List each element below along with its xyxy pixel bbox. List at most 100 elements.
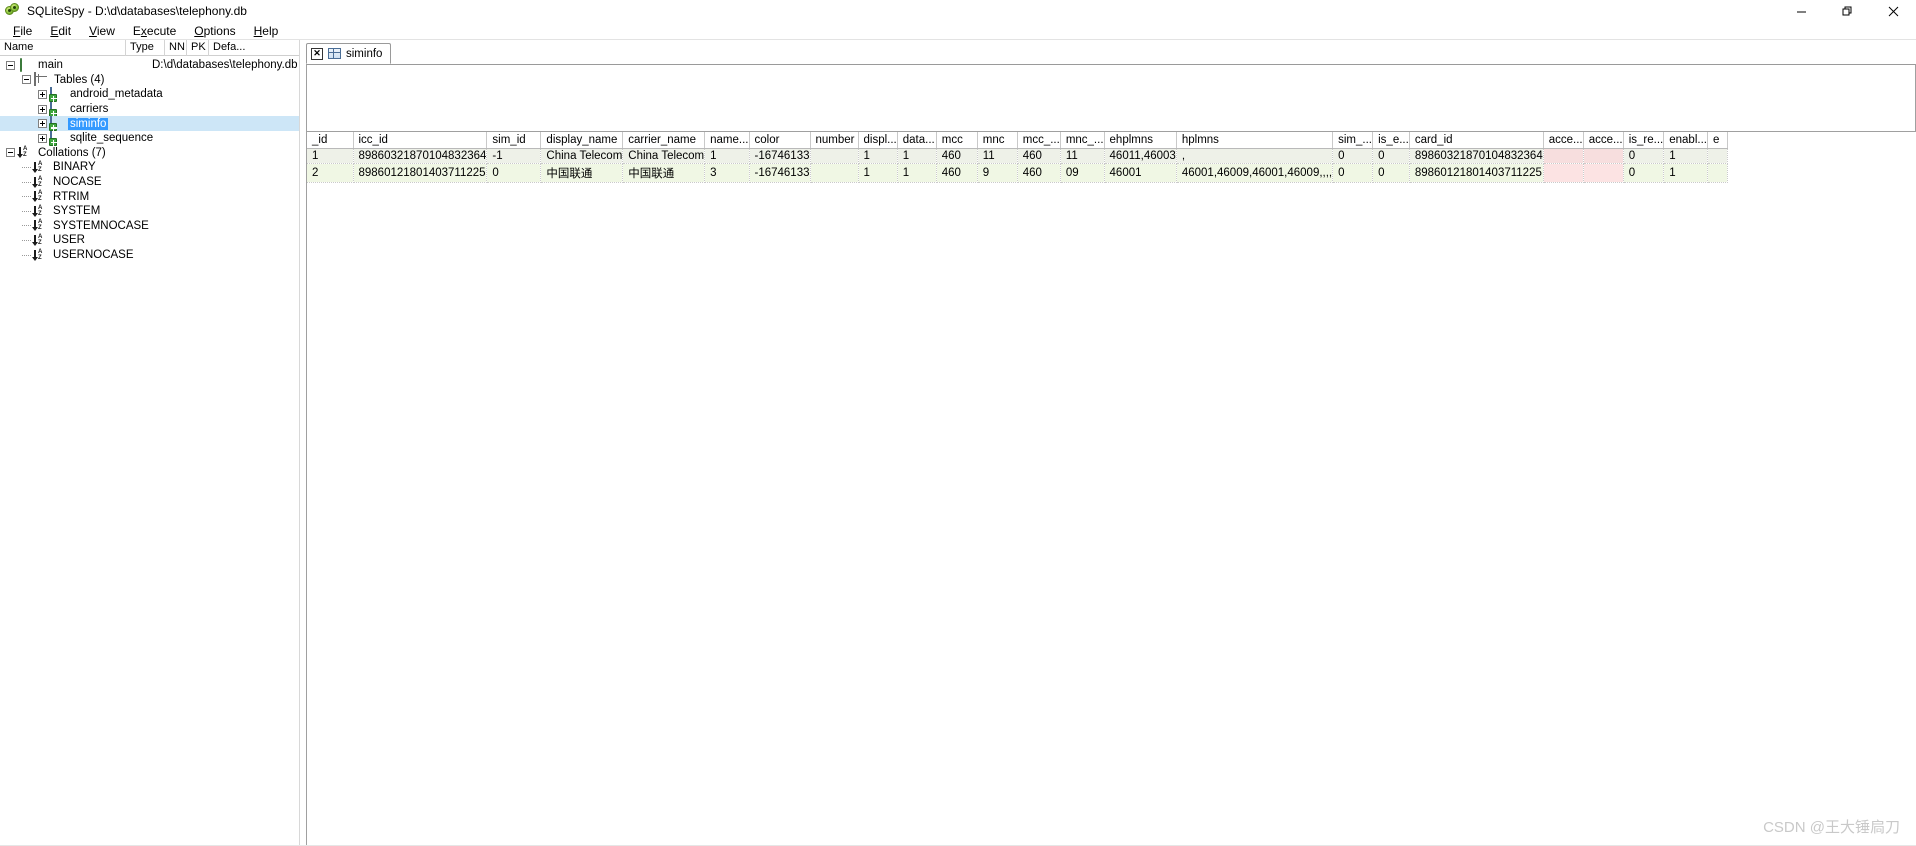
cell-display_num[interactable]: 1 [858,163,898,183]
cell-mcc[interactable]: 460 [936,163,978,183]
tree-node-binary[interactable]: A Z BINARY [0,160,299,175]
cell-data_roaming[interactable]: 1 [897,163,937,183]
minimize-button[interactable] [1778,0,1824,22]
cell-is_embedded[interactable]: 0 [1372,163,1410,183]
grid-col-name_source[interactable]: name... [704,132,750,149]
cell-sim_id[interactable]: -1 [486,148,542,164]
restore-button[interactable] [1824,0,1870,22]
cell-icc_id[interactable]: 89860321870104832364 [353,148,488,164]
cell-display_num[interactable]: 1 [858,148,898,164]
cell-extra[interactable] [1707,163,1728,183]
grid-col-extra[interactable]: e [1707,132,1728,149]
grid-col-is_embedded[interactable]: is_e... [1372,132,1410,149]
tree-col-name[interactable]: Name [0,39,126,56]
cell-mnc_string[interactable]: 11 [1060,148,1105,164]
cell-sim_slot[interactable]: 0 [1332,148,1374,164]
cell-extra[interactable] [1707,148,1728,164]
tree-node-android-metadata[interactable]: android_metadata [0,86,299,103]
tree-node-user[interactable]: A Z USER [0,233,299,248]
grid-col-mnc[interactable]: mnc [977,132,1018,149]
expand-icon[interactable] [38,119,47,129]
cell-name_source[interactable]: 1 [704,148,750,164]
menu-item-help[interactable]: Help [245,22,288,40]
cell-_id[interactable]: 2 [307,163,354,183]
cell-_id[interactable]: 1 [307,148,354,164]
menu-item-file[interactable]: File [4,22,41,40]
table-row[interactable]: 2 89860121801403711225 0 中国联通 中国联通 3 -16746133… [307,163,1728,183]
cell-is_removable[interactable]: 0 [1623,163,1665,183]
grid-col-data_roaming[interactable]: data... [897,132,937,149]
grid-col-ehplmns[interactable]: ehplmns [1104,132,1177,149]
cell-access_rules2[interactable] [1583,163,1624,183]
cell-ehplmns[interactable]: 46011,46003 [1104,148,1177,164]
grid-col-enabled[interactable]: enabl... [1663,132,1708,149]
cell-hplmns[interactable]: 46001,46009,46001,46009,,,, [1176,163,1334,183]
tree-node-carriers[interactable]: carriers [0,101,299,117]
cell-mnc[interactable]: 11 [977,148,1018,164]
grid-col-_id[interactable]: _id [307,132,354,149]
close-button[interactable] [1870,0,1916,22]
tree-body[interactable]: main D:\d\databases\telephony.db Tables (4… [0,56,299,845]
cell-is_embedded[interactable]: 0 [1372,148,1410,164]
cell-mcc_string[interactable]: 460 [1017,148,1061,164]
grid-col-display_name[interactable]: display_name [540,132,624,149]
tree-node-sqlite-sequence[interactable]: sqlite_sequence [0,130,299,146]
grid-col-mcc_string[interactable]: mcc_... [1017,132,1061,149]
cell-access_rules2[interactable] [1583,148,1624,164]
collapse-icon[interactable] [6,148,15,158]
grid-col-access_rules[interactable]: acce... [1543,132,1584,149]
cell-mcc[interactable]: 460 [936,148,978,164]
cell-carrier_name[interactable]: 中国联通 [622,163,706,183]
tree-col-pk[interactable]: PK [187,39,209,56]
menu-item-options[interactable]: Options [185,22,244,40]
tree-node-main[interactable]: main D:\d\databases\telephony.db [0,57,299,73]
cell-access_rules[interactable] [1543,148,1584,164]
grid-col-access_rules2[interactable]: acce... [1583,132,1624,149]
grid-col-number[interactable]: number [810,132,859,149]
cell-mnc[interactable]: 9 [977,163,1018,183]
table-row[interactable]: 1 89860321870104832364 -1 China Telecom Chin… [307,148,1728,164]
cell-color[interactable]: -16746133 [749,148,811,164]
tree-node-usernocase[interactable]: A Z USERNOCASE [0,248,299,263]
close-icon[interactable]: ✕ [311,47,323,60]
grid-col-sim_slot[interactable]: sim_... [1332,132,1374,149]
cell-display_name[interactable]: China Telecom [540,148,624,164]
tree-col-nn[interactable]: NN [165,39,187,56]
expand-icon[interactable] [38,104,47,114]
cell-access_rules[interactable] [1543,163,1584,183]
menu-item-execute[interactable]: Execute [124,22,185,40]
cell-name_source[interactable]: 3 [704,163,750,183]
tree-node-siminfo[interactable]: siminfo [0,116,299,132]
grid-col-card_id[interactable]: card_id [1409,132,1544,149]
tree-node-rtrim[interactable]: A Z RTRIM [0,189,299,204]
cell-icc_id[interactable]: 89860121801403711225 [353,163,488,183]
grid-col-is_removable[interactable]: is_re... [1623,132,1665,149]
cell-color[interactable]: -16746133 [749,163,811,183]
cell-sim_id[interactable]: 0 [486,163,542,183]
tree-node-tables-4[interactable]: Tables (4) [0,72,299,88]
collapse-icon[interactable] [6,60,15,70]
grid-col-mcc[interactable]: mcc [936,132,978,149]
cell-sim_slot[interactable]: 0 [1332,163,1374,183]
grid-col-hplmns[interactable]: hplmns [1176,132,1334,149]
grid-col-display_num[interactable]: displ... [858,132,898,149]
collapse-icon[interactable] [22,75,31,85]
cell-hplmns[interactable]: , [1176,148,1334,164]
tree-node-systemnocase[interactable]: A Z SYSTEMNOCASE [0,219,299,234]
cell-number[interactable] [810,163,859,183]
grid-col-color[interactable]: color [749,132,811,149]
grid-col-mnc_string[interactable]: mnc_... [1060,132,1105,149]
cell-is_removable[interactable]: 0 [1623,148,1665,164]
grid-col-sim_id[interactable]: sim_id [486,132,542,149]
cell-card_id[interactable]: 89860321870104832364 [1409,148,1544,164]
expand-icon[interactable] [38,89,47,99]
results-grid-wrapper[interactable]: _id icc_id sim_id display_name carrier_name n… [306,132,1916,845]
menu-item-edit[interactable]: Edit [41,22,80,40]
cell-data_roaming[interactable]: 1 [897,148,937,164]
cell-display_name[interactable]: 中国联通 [540,163,624,183]
tree-node-nocase[interactable]: A Z NOCASE [0,175,299,190]
grid-col-carrier_name[interactable]: carrier_name [622,132,706,149]
menu-item-view[interactable]: View [80,22,124,40]
grid-col-icc_id[interactable]: icc_id [353,132,488,149]
cell-mnc_string[interactable]: 09 [1060,163,1105,183]
